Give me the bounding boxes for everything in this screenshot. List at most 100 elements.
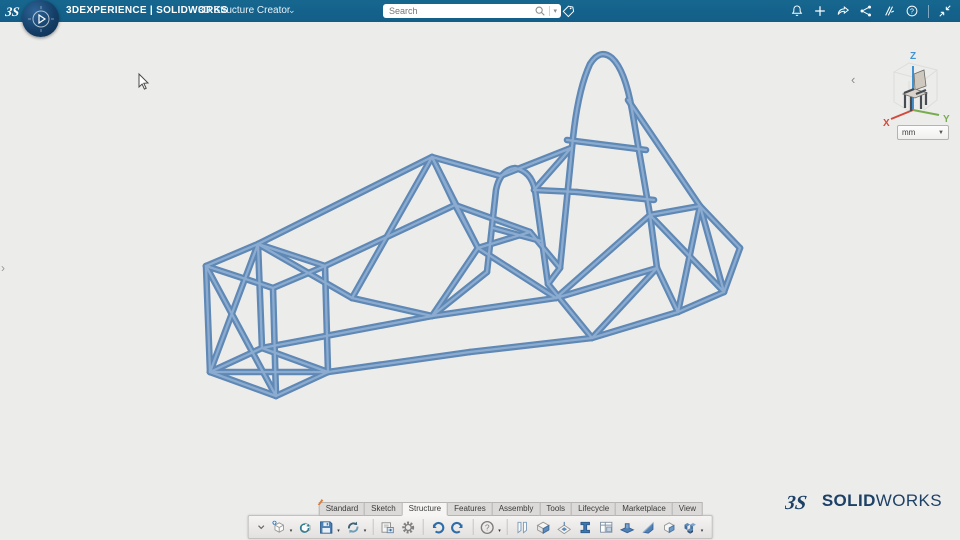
- settings-icon: [400, 519, 417, 536]
- structure-system-icon: [681, 519, 698, 536]
- corner-icon: [534, 519, 551, 536]
- toolbar-divider: [422, 519, 424, 535]
- undo-button[interactable]: [427, 517, 447, 537]
- units-chevron-icon: ▼: [938, 129, 944, 136]
- notifications-icon[interactable]: [790, 4, 804, 18]
- x-axis-label: X: [883, 118, 890, 128]
- compass-play-icon: [27, 5, 54, 32]
- import-button[interactable]: [377, 517, 397, 537]
- toolbar-divider: [472, 519, 474, 535]
- new-icon: [270, 519, 287, 536]
- open-button[interactable]: [295, 517, 315, 537]
- search-divider: [549, 6, 551, 16]
- dropdown-caret-icon[interactable]: ▾: [337, 528, 340, 534]
- action-bar: ▾ ▾ ▾? ▾ ▾: [247, 515, 713, 539]
- add-icon[interactable]: [813, 4, 827, 18]
- compass-icon[interactable]: [22, 0, 59, 37]
- application-window: 3S 3DEXPERIENCE | SOLIDWORKS 3D Structur…: [0, 0, 960, 540]
- action-bar-tabs: Standard Sketch Structure Features Assembly T…: [317, 499, 703, 516]
- tab-view[interactable]: View: [671, 502, 703, 516]
- dropdown-caret-icon[interactable]: ▾: [701, 528, 704, 534]
- app-switcher-chevron-icon[interactable]: ⌄: [288, 0, 296, 22]
- toolbar-divider: [506, 519, 508, 535]
- tag-icon[interactable]: [561, 4, 575, 21]
- member-button[interactable]: [512, 517, 532, 537]
- help-icon: ?: [479, 519, 496, 536]
- dropdown-caret-icon[interactable]: ▾: [498, 528, 501, 534]
- tab-marketplace[interactable]: Marketplace: [615, 502, 673, 516]
- tab-features[interactable]: Features: [447, 502, 493, 516]
- y-axis-label: Y: [943, 114, 950, 125]
- redo-button[interactable]: [448, 517, 468, 537]
- right-panel-collapse-chevron-icon[interactable]: ‹: [851, 73, 855, 86]
- gusset-button[interactable]: [638, 517, 658, 537]
- tab-assembly[interactable]: Assembly: [491, 502, 541, 516]
- toolbar-divider: [372, 519, 374, 535]
- collaboration-icon[interactable]: [882, 4, 896, 18]
- viewport-3d[interactable]: [0, 22, 960, 540]
- base-plate-button[interactable]: [617, 517, 637, 537]
- pattern-icon: [555, 519, 572, 536]
- pin-icon: [317, 499, 324, 505]
- chair-icon: [901, 69, 929, 111]
- y-axis-line: [912, 109, 940, 116]
- tab-sketch[interactable]: Sketch: [364, 502, 403, 516]
- tab-lifecycle[interactable]: Lifecycle: [571, 502, 617, 516]
- solidworks-logo-bold: SOLID: [821, 491, 876, 510]
- dropdown-caret-icon[interactable]: ▾: [364, 528, 367, 534]
- search-chevron-icon[interactable]: ▾: [553, 7, 557, 15]
- top-bar-right-icons: ?: [790, 0, 952, 22]
- help-icon[interactable]: ?: [905, 4, 919, 18]
- units-value: mm: [902, 128, 916, 137]
- save-button[interactable]: [316, 517, 336, 537]
- solidworks-3ds-glyph: 3S: [785, 492, 808, 514]
- profile-ibeam-button[interactable]: [575, 517, 595, 537]
- svg-text:?: ?: [485, 522, 490, 532]
- sync-icon: [344, 519, 361, 536]
- collapse-icon[interactable]: [938, 4, 952, 18]
- svg-text:3S: 3S: [5, 4, 20, 19]
- structure-system-button[interactable]: [680, 517, 700, 537]
- new-button[interactable]: [269, 517, 289, 537]
- open-icon: [297, 519, 314, 536]
- member-icon: [513, 519, 530, 536]
- tab-tools[interactable]: Tools: [539, 502, 573, 516]
- gusset-icon: [639, 519, 656, 536]
- sync-button[interactable]: [343, 517, 363, 537]
- mouse-cursor: [138, 72, 150, 90]
- share-icon[interactable]: [836, 4, 850, 18]
- search-bar[interactable]: ▾: [383, 4, 561, 18]
- z-axis-label: Z: [910, 51, 916, 62]
- cut-list-table-icon: [597, 519, 614, 536]
- pattern-button[interactable]: [554, 517, 574, 537]
- undo-icon: [429, 519, 446, 536]
- dropdown-caret-icon[interactable]: ▾: [290, 528, 293, 534]
- left-panel-expand-chevron-icon[interactable]: ›: [1, 262, 5, 274]
- search-icon[interactable]: [534, 5, 546, 17]
- search-input[interactable]: [387, 5, 535, 17]
- base-plate-icon: [618, 519, 635, 536]
- toolbar-collapse-icon: [257, 523, 266, 532]
- share-network-icon[interactable]: [859, 4, 873, 18]
- redo-icon: [450, 519, 467, 536]
- tab-standard[interactable]: Standard: [318, 502, 366, 516]
- trim-cube-button[interactable]: [659, 517, 679, 537]
- svg-text:3S: 3S: [785, 492, 808, 514]
- solidworks-watermark: 3S SOLID WORKS: [785, 488, 942, 514]
- solidworks-logo-light: WORKS: [875, 491, 942, 510]
- top-bar: 3S 3DEXPERIENCE | SOLIDWORKS 3D Structur…: [0, 0, 960, 37]
- corner-button[interactable]: [533, 517, 553, 537]
- top-bar-divider: [928, 4, 929, 18]
- toolbar-collapse-button[interactable]: [255, 517, 268, 537]
- help-button[interactable]: ?: [477, 517, 497, 537]
- profile-ibeam-icon: [576, 519, 593, 536]
- cut-list-table-button[interactable]: [596, 517, 616, 537]
- view-orientation-triad[interactable]: Z X Y: [880, 48, 952, 128]
- tab-structure[interactable]: Structure: [401, 502, 449, 516]
- save-icon: [318, 519, 335, 536]
- app-name: 3D Structure Creator: [198, 5, 291, 16]
- units-dropdown[interactable]: mm ▼: [897, 125, 949, 140]
- import-icon: [379, 519, 396, 536]
- settings-button[interactable]: [398, 517, 418, 537]
- trim-cube-icon: [660, 519, 677, 536]
